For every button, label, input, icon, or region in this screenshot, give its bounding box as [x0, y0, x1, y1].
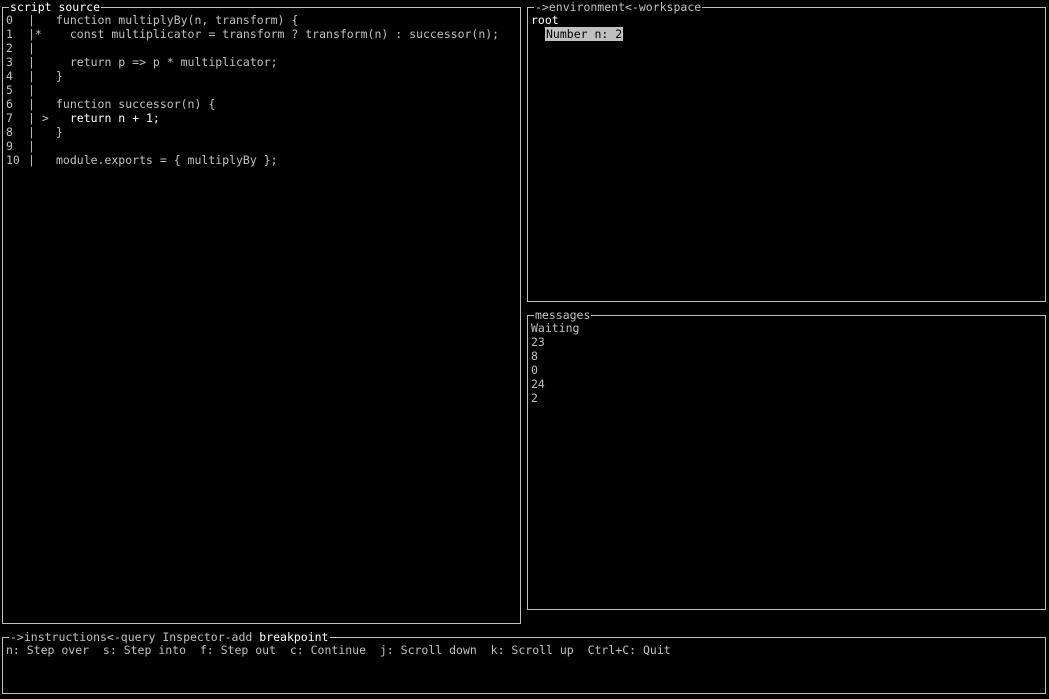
environment-title[interactable]: ->environment<-workspace: [534, 0, 703, 14]
source-line[interactable]: 9 |: [6, 139, 56, 153]
script-source-panel[interactable]: script source 0 | function multiplyBy(n, t…: [2, 0, 521, 624]
line-code: }: [56, 69, 63, 83]
instructions-title: ->instructions<-query Inspector-add brea…: [9, 630, 330, 644]
instructions-title-prefix: ->instructions<-query Inspector-add: [10, 630, 260, 644]
line-code: return p => p * multiplicator;: [56, 55, 278, 69]
line-number: 9: [6, 139, 13, 153]
line-marker: |: [28, 69, 35, 83]
line-marker: |: [28, 153, 35, 167]
line-code: module.exports = { multiplyBy };: [56, 153, 278, 167]
message-item: Waiting: [531, 321, 580, 335]
source-line[interactable]: 4 |}: [6, 69, 63, 83]
instructions-panel[interactable]: ->instructions<-query Inspector-add brea…: [2, 630, 1046, 694]
line-marker: |: [28, 139, 35, 153]
env-root-label[interactable]: root: [531, 13, 559, 27]
message-item: 23: [531, 335, 545, 349]
messages-panel[interactable]: messages Waiting 23 8 0 24 2: [527, 308, 1046, 610]
line-number: 0: [6, 13, 13, 27]
source-line[interactable]: 6 | function successor(n) {: [6, 97, 215, 111]
line-code: return n + 1;: [56, 111, 160, 125]
source-line[interactable]: 8 |}: [6, 125, 63, 139]
line-number: 10: [6, 153, 20, 167]
line-marker: |: [28, 125, 35, 139]
keybinding-help: n: Step over s: Step into f: Step out c:…: [6, 643, 671, 657]
source-line[interactable]: 7 | > return n + 1;: [6, 111, 160, 125]
line-number: 7: [6, 111, 13, 125]
source-line[interactable]: 3 | return p => p * multiplicator;: [6, 55, 278, 69]
source-line[interactable]: 10 | module.exports = { multiplyBy };: [6, 153, 278, 167]
message-item: 24: [531, 377, 545, 391]
script-source-title: script source: [9, 0, 102, 14]
line-code: const multiplicator = transform ? transf…: [56, 27, 500, 41]
messages-title: messages: [534, 308, 592, 322]
line-code: function successor(n) {: [56, 97, 216, 111]
line-marker: |: [28, 83, 35, 97]
line-marker: |*: [28, 27, 42, 41]
line-number: 5: [6, 83, 13, 97]
line-marker: | >: [28, 111, 49, 125]
line-code: function multiplyBy(n, transform) {: [56, 13, 299, 27]
line-number: 3: [6, 55, 13, 69]
source-line[interactable]: 1 |* const multiplicator = transform ? tr…: [6, 27, 499, 41]
environment-panel[interactable]: ->environment<-workspace root Number n: …: [527, 0, 1046, 302]
message-item: 2: [531, 391, 538, 405]
source-line[interactable]: 0 | function multiplyBy(n, transform) {: [6, 13, 298, 27]
line-marker: |: [28, 13, 35, 27]
line-number: 2: [6, 41, 13, 55]
source-line[interactable]: 5 |: [6, 83, 56, 97]
line-number: 1: [6, 27, 13, 41]
line-number: 6: [6, 97, 13, 111]
line-marker: |: [28, 55, 35, 69]
source-line[interactable]: 2 |: [6, 41, 56, 55]
line-marker: |: [28, 41, 35, 55]
message-item: 8: [531, 349, 538, 363]
line-number: 8: [6, 125, 13, 139]
line-number: 4: [6, 69, 13, 83]
env-selected-variable[interactable]: Number n: 2: [545, 27, 624, 41]
instructions-title-highlight: breakpoint: [259, 630, 329, 644]
line-code: }: [56, 125, 63, 139]
message-item: 0: [531, 363, 538, 377]
line-marker: |: [28, 97, 35, 111]
